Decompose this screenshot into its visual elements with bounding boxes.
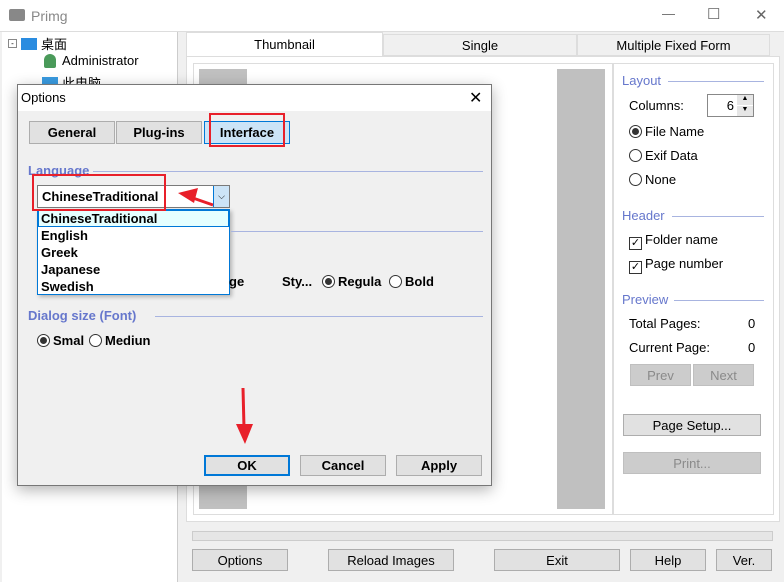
arrow-annotation-icon (178, 188, 253, 444)
